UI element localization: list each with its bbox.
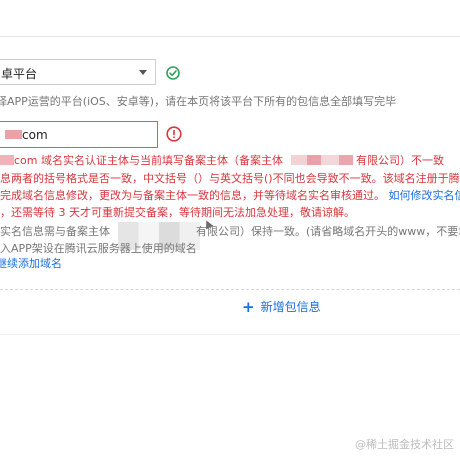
info-line-1: 实名信息需与备案主体 有限公司）保持一致。(请省略域名开头的www，不要填 <box>0 225 460 238</box>
error-message-line-1: com 域名实名认证主体与当前填写备案主体（备案主体 有限公司）不一致 <box>0 152 444 168</box>
section-divider-top <box>0 36 460 37</box>
redacted-mask <box>339 155 353 165</box>
add-domain-link[interactable]: 继续添加域名 <box>0 255 62 271</box>
error-message-line-3: 完成域名信息修改，更改为与备案主体一致的信息，并等待域名实名审核通过。 如何修改… <box>0 187 460 203</box>
chevron-down-icon[interactable] <box>139 70 147 75</box>
redacted-mask <box>0 155 14 165</box>
plus-icon: + <box>242 298 255 316</box>
platform-select[interactable]: 卓平台 <box>0 59 156 85</box>
add-package-button[interactable]: + 新增包信息 <box>242 298 321 316</box>
check-circle-icon <box>166 66 180 80</box>
section-divider-bottom <box>0 334 460 335</box>
error-circle-icon <box>166 126 182 142</box>
domain-input-value: com <box>22 128 48 142</box>
redacted-mask <box>291 155 307 165</box>
platform-hint: 择APP运营的平台(iOS、安卓等)，请在本页将该平台下所有的包信息全部填写完毕 <box>0 95 397 108</box>
platform-select-value: 卓平台 <box>1 67 38 81</box>
dashed-divider <box>0 289 460 290</box>
domain-input[interactable]: com <box>0 121 158 148</box>
redacted-mask <box>321 155 339 165</box>
error-message-line-2: 息两者的括号格式是否一致，中文括号（）与英文括号()不同也会导致不一致。该域名注… <box>0 172 460 185</box>
redacted-mask <box>307 155 321 165</box>
watermark: @稀土掘金技术社区 <box>355 438 454 451</box>
modify-realname-link[interactable]: 如何修改实名信息 <box>389 189 460 202</box>
redacted-mask <box>5 130 22 139</box>
info-line-2: 入APP架设在腾讯云服务器上使用的域名 <box>0 242 197 255</box>
error-message-line-4: ，还需等待 3 天才可重新提交备案，等待期间无法加急处理，敬请谅解。 <box>0 206 355 219</box>
